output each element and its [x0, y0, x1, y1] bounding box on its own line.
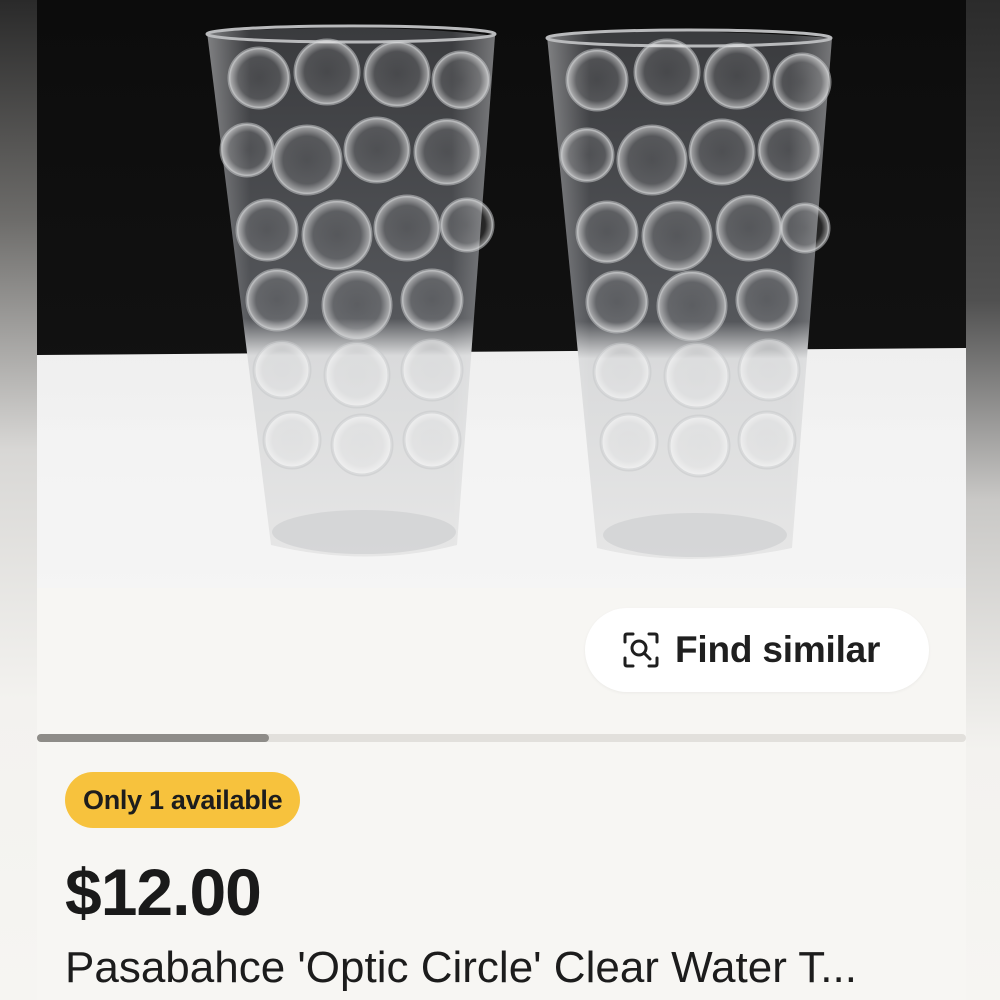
item-title[interactable]: Pasabahce 'Optic Circle' Clear Water T..… — [65, 940, 955, 996]
availability-badge: Only 1 available — [65, 772, 301, 828]
left-blur-gutter — [0, 0, 37, 1000]
find-similar-label: Find similar — [675, 629, 881, 670]
right-blur-gutter — [966, 0, 1000, 1000]
visual-search-icon — [623, 632, 659, 668]
find-similar-button[interactable]: Find similar — [585, 608, 929, 692]
carousel-progress-fill — [37, 734, 270, 742]
image-carousel-progress[interactable] — [37, 734, 966, 742]
screen: Find similar Only 1 available $12.00 Pas… — [0, 0, 1000, 1000]
product-photo[interactable] — [37, 0, 966, 588]
listing-view: Find similar Only 1 available $12.00 Pas… — [37, 0, 966, 1000]
item-price: $12.00 — [65, 855, 262, 929]
